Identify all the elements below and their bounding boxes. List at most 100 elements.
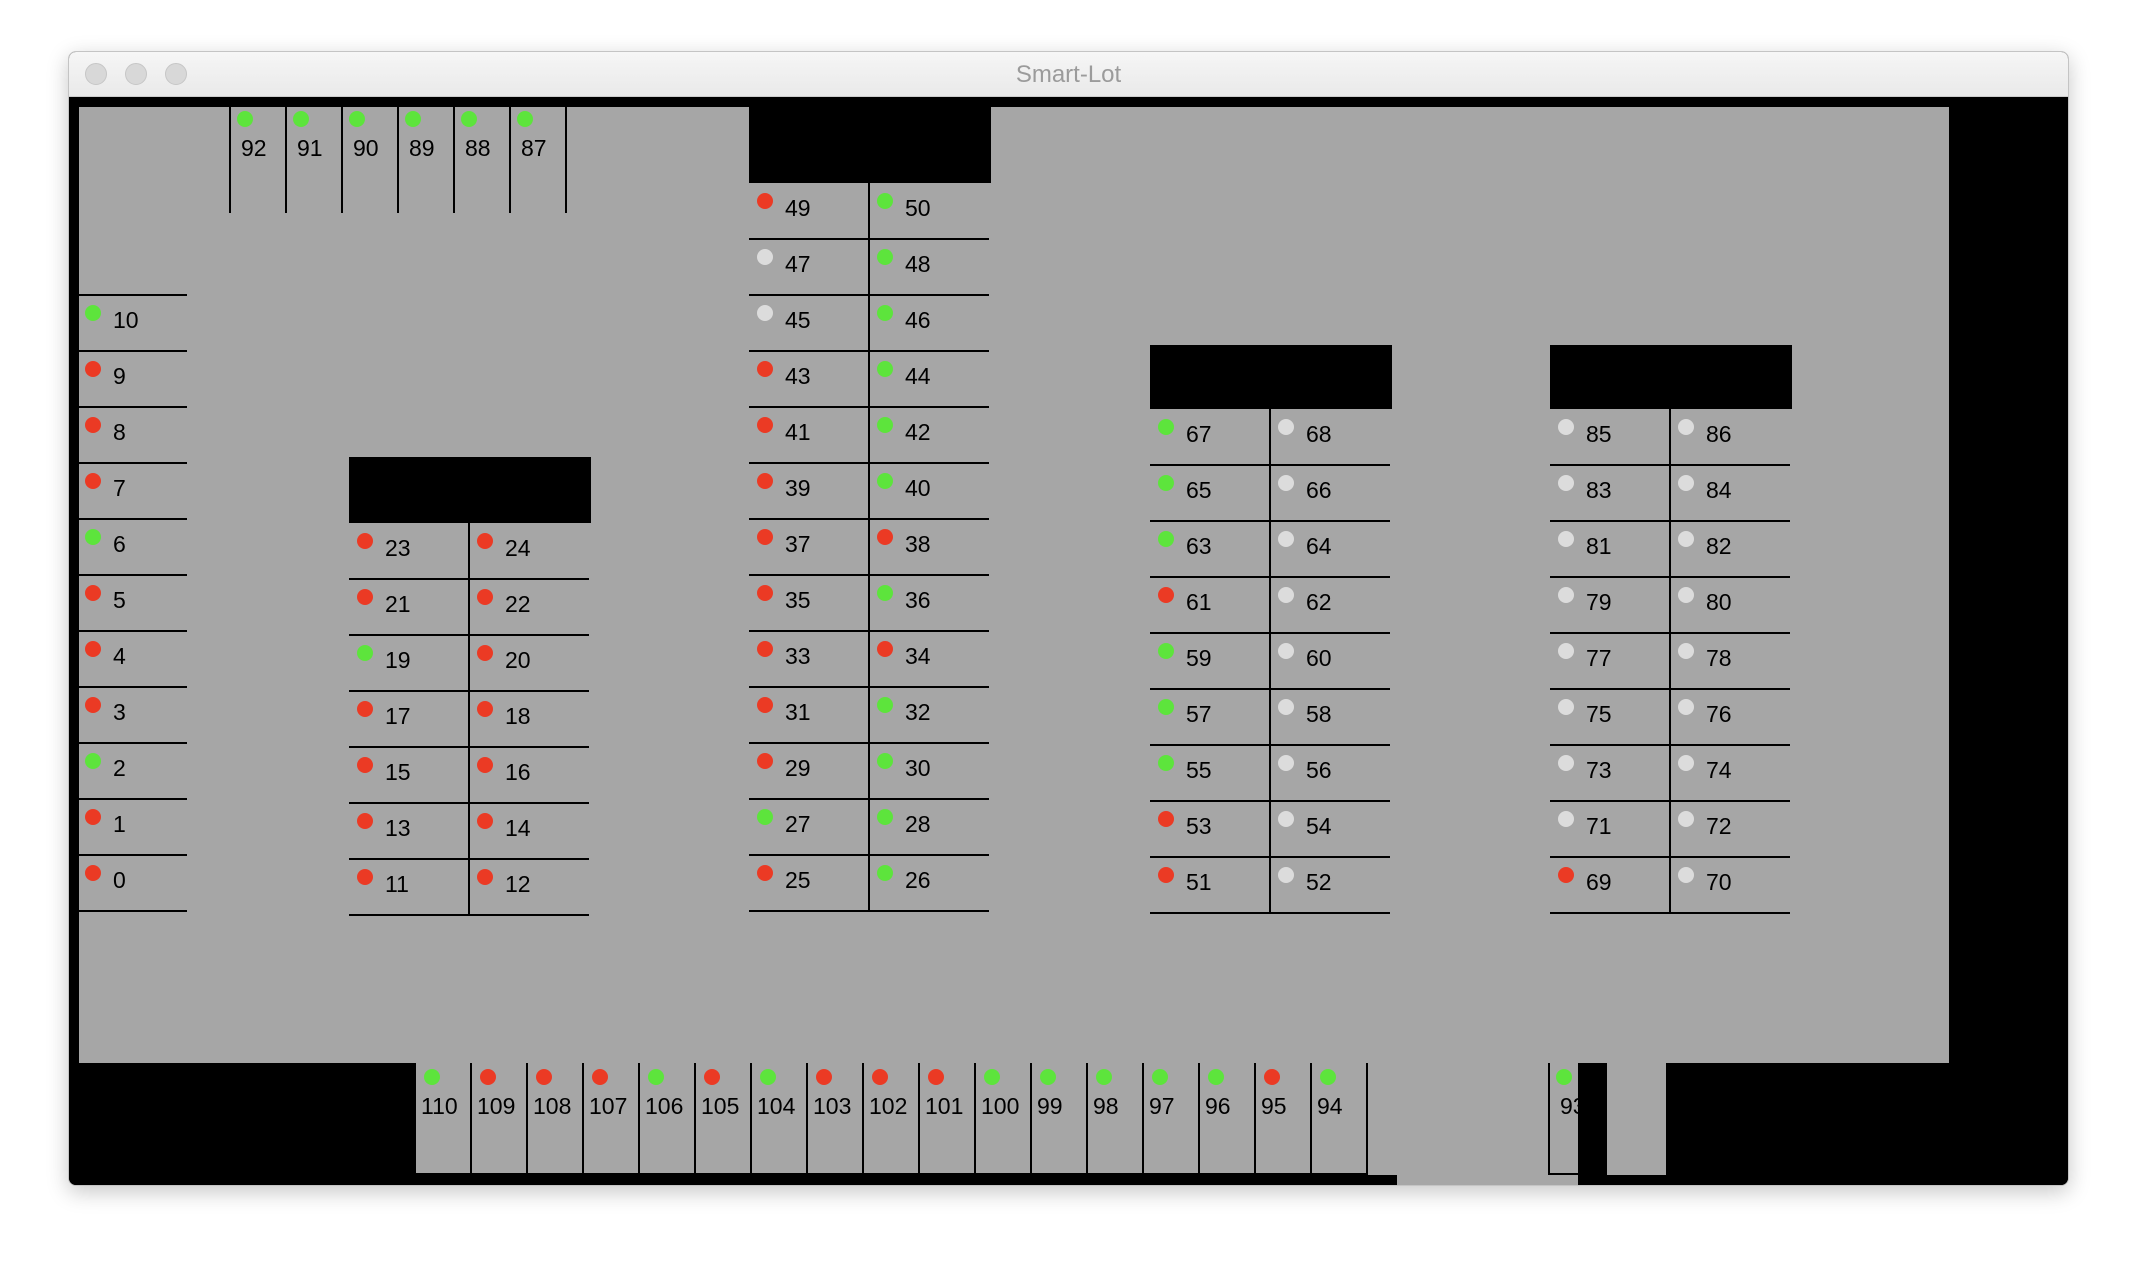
spot-divider <box>1086 1063 1088 1175</box>
bottom-lane-gap <box>1397 1063 1578 1185</box>
status-indicator-dot <box>1678 475 1694 491</box>
spot-number: 37 <box>785 531 811 557</box>
spot-divider <box>79 294 187 296</box>
spot-number: 50 <box>905 195 931 221</box>
bottom-lane-right <box>1606 1063 1666 1175</box>
title-bar: Smart-Lot <box>69 52 2068 97</box>
status-indicator-dot <box>1556 1069 1572 1085</box>
app-window: Smart-Lot 10 9 8 7 6 5 4 3 2 1 0 23 24 21 22 19 20 17 18 15… <box>68 51 2069 1186</box>
spot-number: 17 <box>385 703 411 729</box>
spot-number: 103 <box>813 1093 852 1119</box>
spot-number: 109 <box>477 1093 516 1119</box>
spot-number: 64 <box>1306 533 1332 559</box>
spot-number: 43 <box>785 363 811 389</box>
status-indicator-dot <box>357 701 373 717</box>
status-indicator-dot <box>1278 643 1294 659</box>
spot-number: 81 <box>1586 533 1612 559</box>
status-indicator-dot <box>816 1069 832 1085</box>
status-indicator-dot <box>1158 699 1174 715</box>
spot-number: 32 <box>905 699 931 725</box>
spot-number: 24 <box>505 535 531 561</box>
status-indicator-dot <box>757 249 773 265</box>
spot-number: 106 <box>645 1093 684 1119</box>
spot-divider <box>79 518 187 520</box>
status-indicator-dot <box>1678 755 1694 771</box>
status-indicator-dot <box>877 305 893 321</box>
spot-divider <box>341 107 343 213</box>
spot-number: 89 <box>409 135 435 161</box>
status-indicator-dot <box>1678 867 1694 883</box>
spot-divider <box>1310 1063 1312 1175</box>
status-indicator-dot <box>1158 643 1174 659</box>
spot-divider <box>79 854 187 856</box>
spot-number: 23 <box>385 535 411 561</box>
spot-number: 93 <box>1560 1093 1586 1119</box>
spot-number: 108 <box>533 1093 572 1119</box>
spot-divider <box>1254 1063 1256 1175</box>
spot-divider <box>79 574 187 576</box>
status-indicator-dot <box>648 1069 664 1085</box>
status-indicator-dot <box>477 869 493 885</box>
spot-number: 26 <box>905 867 931 893</box>
spot-number: 8 <box>113 419 126 445</box>
status-indicator-dot <box>1678 419 1694 435</box>
spot-divider <box>397 107 399 213</box>
status-indicator-dot <box>85 585 101 601</box>
spot-divider <box>1548 1063 1550 1175</box>
status-indicator-dot <box>1678 643 1694 659</box>
status-indicator-dot <box>1040 1069 1056 1085</box>
status-indicator-dot <box>1320 1069 1336 1085</box>
spot-number: 65 <box>1186 477 1212 503</box>
status-indicator-dot <box>357 533 373 549</box>
status-indicator-dot <box>1158 419 1174 435</box>
spot-number: 107 <box>589 1093 628 1119</box>
spot-divider <box>565 107 567 213</box>
status-indicator-dot <box>757 585 773 601</box>
spot-number: 46 <box>905 307 931 333</box>
status-indicator-dot <box>357 869 373 885</box>
spot-number: 45 <box>785 307 811 333</box>
spot-number: 52 <box>1306 869 1332 895</box>
spot-number: 9 <box>113 363 126 389</box>
spot-number: 21 <box>385 591 411 617</box>
status-indicator-dot <box>1678 531 1694 547</box>
spot-number: 58 <box>1306 701 1332 727</box>
spot-number: 15 <box>385 759 411 785</box>
spot-divider <box>509 107 511 213</box>
status-indicator-dot <box>1158 587 1174 603</box>
spot-divider <box>862 1063 864 1175</box>
status-indicator-dot <box>85 697 101 713</box>
status-indicator-dot <box>757 361 773 377</box>
spot-divider <box>1548 1173 1606 1175</box>
spot-number: 60 <box>1306 645 1332 671</box>
status-indicator-dot <box>704 1069 720 1085</box>
spot-number: 99 <box>1037 1093 1063 1119</box>
status-indicator-dot <box>480 1069 496 1085</box>
building-block-e <box>1550 345 1792 409</box>
status-indicator-dot <box>461 111 477 127</box>
status-indicator-dot <box>1558 811 1574 827</box>
spot-number: 100 <box>981 1093 1020 1119</box>
spot-number: 72 <box>1706 813 1732 839</box>
status-indicator-dot <box>757 697 773 713</box>
spot-number: 95 <box>1261 1093 1287 1119</box>
status-indicator-dot <box>877 193 893 209</box>
spot-number: 19 <box>385 647 411 673</box>
spot-number: 12 <box>505 871 531 897</box>
spot-divider <box>1198 1063 1200 1175</box>
spot-number: 66 <box>1306 477 1332 503</box>
spot-number: 2 <box>113 755 126 781</box>
spot-divider <box>79 798 187 800</box>
status-indicator-dot <box>517 111 533 127</box>
status-indicator-dot <box>877 473 893 489</box>
spot-number: 5 <box>113 587 126 613</box>
spot-number: 104 <box>757 1093 796 1119</box>
status-indicator-dot <box>877 585 893 601</box>
spot-number: 76 <box>1706 701 1732 727</box>
status-indicator-dot <box>1558 755 1574 771</box>
status-indicator-dot <box>1558 531 1574 547</box>
status-indicator-dot <box>293 111 309 127</box>
spot-divider <box>526 1063 528 1175</box>
spot-number: 102 <box>869 1093 908 1119</box>
spot-number: 14 <box>505 815 531 841</box>
